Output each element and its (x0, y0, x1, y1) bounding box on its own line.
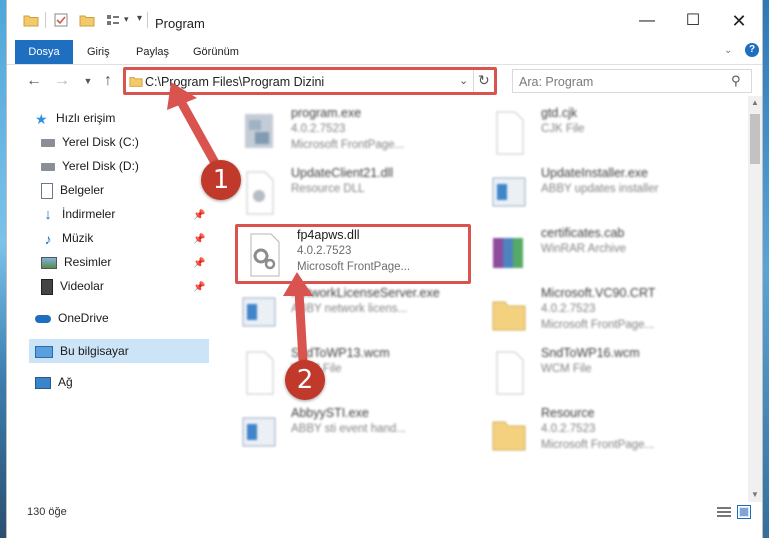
sidebar-item-onedrive[interactable]: OneDrive (35, 307, 109, 329)
tab-view[interactable]: Görünüm (193, 40, 239, 64)
file-item[interactable]: certificates.cab WinRAR Archive (489, 226, 719, 282)
refresh-icon[interactable]: ↻ (478, 72, 490, 89)
sidebar-item-videos[interactable]: Videolar (41, 275, 104, 297)
new-folder-icon[interactable] (79, 12, 95, 28)
pin-icon[interactable]: 📌 (193, 234, 205, 245)
step-badge-1: 1 (201, 160, 241, 200)
sidebar-item-music[interactable]: ♪ Müzik (41, 227, 94, 249)
forward-button[interactable]: → (51, 70, 73, 92)
folder-icon (492, 301, 526, 331)
search-icon[interactable]: ⚲ (731, 73, 741, 89)
step-badge-2: 2 (285, 360, 325, 400)
network-icon (35, 376, 51, 389)
music-icon: ♪ (44, 230, 52, 247)
desktop-wallpaper-right (763, 0, 769, 538)
documents-icon (41, 182, 53, 199)
properties-icon[interactable] (53, 12, 69, 28)
blank-file-icon (496, 351, 524, 395)
view-options-icon[interactable] (105, 12, 121, 28)
exe-icon (242, 417, 276, 447)
item-count: 130 öğe (27, 506, 67, 518)
title-divider (147, 12, 148, 28)
up-button[interactable]: ↑ (97, 70, 119, 92)
help-icon[interactable]: ? (745, 43, 759, 57)
file-item[interactable]: UpdateInstaller.exe ABBY updates install… (489, 166, 719, 222)
maximize-button[interactable]: ☐ (673, 6, 713, 36)
ribbon-bar (7, 40, 762, 65)
file-highlight-box (235, 224, 471, 284)
cloud-icon (35, 314, 51, 323)
drive-icon (41, 138, 55, 147)
tab-home[interactable]: Giriş (87, 40, 110, 64)
folder-icon (492, 421, 526, 451)
sidebar-item-pictures[interactable]: Resimler (41, 251, 111, 273)
sidebar-item-quick-access[interactable]: ★ Hızlı erişim (35, 107, 115, 129)
star-icon: ★ (35, 110, 48, 127)
back-button[interactable]: ← (23, 70, 45, 92)
customize-toolbar-icon[interactable]: ▾ (137, 13, 142, 24)
file-item[interactable]: SndToWP16.wcm WCM File (489, 346, 719, 402)
search-input[interactable]: Ara: Program (519, 75, 593, 89)
sidebar-item-network[interactable]: Ağ (35, 371, 73, 393)
blank-file-icon (246, 351, 274, 395)
pictures-icon (41, 256, 57, 269)
file-item[interactable]: gtd.cjk CJK File (489, 106, 719, 162)
file-item[interactable]: Resource 4.0.2.7523 Microsoft FrontPage.… (489, 406, 719, 462)
folder-icon (129, 77, 143, 87)
sidebar-item-local-disk-c[interactable]: Yerel Disk (C:) (41, 131, 139, 153)
scrollbar-thumb[interactable] (750, 114, 760, 164)
file-item[interactable]: Microsoft.VC90.CRT 4.0.2.7523 Microsoft … (489, 286, 719, 342)
sidebar-item-this-pc[interactable]: Bu bilgisayar (35, 340, 129, 362)
exe-icon (492, 177, 526, 207)
pin-icon[interactable]: 📌 (193, 282, 205, 293)
recent-locations-button[interactable]: ▼ (77, 70, 99, 92)
sidebar-item-local-disk-d[interactable]: Yerel Disk (D:) (41, 155, 139, 177)
blank-file-icon (496, 111, 524, 155)
details-view-icon[interactable] (717, 506, 731, 518)
file-item[interactable]: AbbyySTI.exe ABBY sti event hand... (239, 406, 469, 462)
exe-icon (242, 297, 276, 327)
scroll-down-icon[interactable]: ▼ (751, 490, 759, 499)
address-dropdown-icon[interactable]: ⌄ (459, 74, 468, 87)
toolbar-divider (45, 12, 46, 28)
tab-share[interactable]: Paylaş (136, 40, 169, 64)
tab-file[interactable]: Dosya (15, 40, 73, 64)
folder-icon (23, 15, 39, 27)
minimize-button[interactable]: — (627, 6, 667, 36)
ribbon-expand-icon[interactable]: ⌄ (724, 45, 732, 56)
video-icon (41, 278, 53, 295)
pin-icon[interactable]: 📌 (193, 210, 205, 221)
file-item[interactable]: UpdateClient21.dll Resource DLL (239, 166, 469, 222)
scroll-up-icon[interactable]: ▲ (751, 98, 759, 107)
archive-icon (493, 238, 523, 268)
file-item[interactable]: SndToWP13.wcm WCM File (239, 346, 469, 402)
file-item[interactable]: program.exe 4.0.2.7523 Microsoft FrontPa… (239, 106, 469, 162)
download-icon: ↓ (44, 205, 52, 223)
file-item[interactable]: NetworkLicenseServer.exe ABBY network li… (239, 286, 469, 342)
pin-icon[interactable]: 📌 (193, 258, 205, 269)
computer-icon (35, 345, 53, 358)
address-divider (473, 70, 474, 92)
window-title: Program (155, 16, 205, 31)
explorer-window: ▾ ▾ Program — ☐ ✕ Dosya Giriş Paylaş Gör… (6, 0, 763, 538)
close-button[interactable]: ✕ (719, 6, 759, 36)
sidebar-item-documents[interactable]: Belgeler (41, 179, 104, 201)
large-icons-view-icon[interactable] (737, 505, 751, 519)
drive-icon (41, 162, 55, 171)
sidebar-item-downloads[interactable]: ↓ İndirmeler (41, 203, 115, 225)
view-dropdown-icon[interactable]: ▾ (124, 14, 129, 25)
